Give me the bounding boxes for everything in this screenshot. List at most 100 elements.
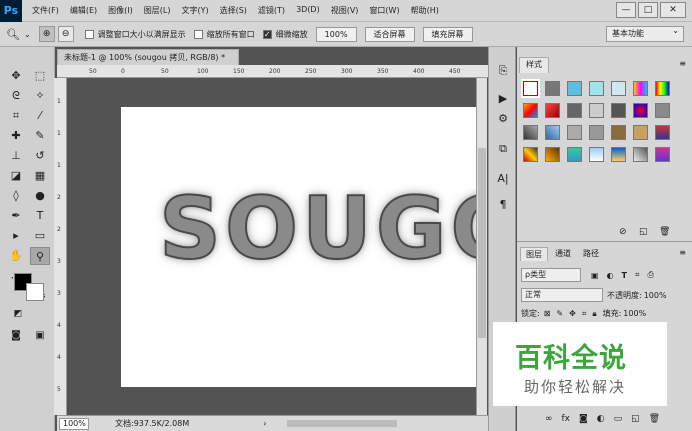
zoom-in-button[interactable]: ⊕: [38, 26, 55, 42]
no-style-icon[interactable]: ⊘: [619, 227, 627, 237]
zoom-field[interactable]: 100%: [59, 417, 89, 430]
mask-icon[interactable]: ◙: [579, 414, 588, 424]
rectangle-tool-icon[interactable]: ▭: [30, 227, 50, 245]
screen-mode-icon[interactable]: ▣: [30, 327, 50, 345]
document-tab[interactable]: 未标题-1 @ 100% (sougou 拷贝, RGB/8) * ×: [57, 49, 239, 77]
menu-window[interactable]: 窗口(W): [369, 5, 399, 16]
resize-windows-checkbox[interactable]: 调整窗口大小以满屏显示: [84, 29, 186, 40]
smart-object-filter-icon[interactable]: ⎙: [648, 270, 654, 280]
menu-3d[interactable]: 3D(D): [296, 5, 320, 16]
style-swatch[interactable]: [567, 147, 582, 162]
maximize-button[interactable]: □: [638, 2, 658, 18]
crop-tool-icon[interactable]: ⌗: [6, 107, 26, 125]
zoom-100-button[interactable]: 100%: [315, 26, 357, 42]
fill-screen-button[interactable]: 填充屏幕: [422, 26, 473, 42]
actions-panel-icon[interactable]: ▶: [494, 91, 512, 107]
marquee-tool-icon[interactable]: ⬚: [30, 67, 50, 85]
menu-edit[interactable]: 编辑(E): [70, 5, 97, 16]
pen-tool-icon[interactable]: ✒: [6, 207, 26, 225]
menu-image[interactable]: 图像(I): [108, 5, 133, 16]
style-swatch[interactable]: [611, 147, 626, 162]
scrollbar-thumb[interactable]: [478, 148, 486, 338]
history-brush-tool-icon[interactable]: ↺: [30, 147, 50, 165]
scrubby-zoom-checkbox[interactable]: ✓ 细微缩放: [262, 29, 308, 40]
tab-channels[interactable]: 通道: [550, 247, 576, 261]
brush-tool-icon[interactable]: ✎: [30, 127, 50, 145]
style-swatch[interactable]: [523, 103, 538, 118]
magic-wand-tool-icon[interactable]: ✧: [30, 87, 50, 105]
chevron-down-icon[interactable]: ⌄: [24, 30, 31, 39]
zoom-tool-icon[interactable]: 🔍︎: [6, 28, 20, 41]
folder-icon[interactable]: ▭: [614, 414, 623, 424]
style-swatch[interactable]: [633, 81, 648, 96]
fx-icon[interactable]: fx: [562, 414, 571, 424]
paragraph-panel-icon[interactable]: ¶: [494, 197, 512, 213]
horizontal-scrollbar-thumb[interactable]: [287, 420, 397, 427]
lock-transparent-icon[interactable]: ⊠: [544, 309, 551, 318]
close-button[interactable]: ✕: [660, 2, 686, 18]
menu-type[interactable]: 文字(Y): [181, 5, 208, 16]
dodge-tool-icon[interactable]: ●: [30, 187, 50, 205]
menu-help[interactable]: 帮助(H): [411, 5, 439, 16]
chevron-right-icon[interactable]: ›: [263, 419, 266, 428]
shape-filter-icon[interactable]: ⌗: [635, 270, 640, 280]
lock-all-icon[interactable]: 🔒︎: [592, 309, 596, 319]
move-tool-icon[interactable]: ✥: [6, 67, 26, 85]
trash-icon[interactable]: 🗑︎: [659, 227, 670, 237]
gradient-tool-icon[interactable]: ▦: [30, 167, 50, 185]
style-swatch[interactable]: [611, 81, 626, 96]
style-swatch[interactable]: [589, 125, 604, 140]
tab-layers[interactable]: 图层: [520, 247, 548, 261]
menu-select[interactable]: 选择(S): [220, 5, 247, 16]
style-swatch[interactable]: [545, 125, 560, 140]
style-swatch[interactable]: [523, 147, 538, 162]
eraser-tool-icon[interactable]: ◪: [6, 167, 26, 185]
style-swatch[interactable]: [545, 103, 560, 118]
type-filter-icon[interactable]: T: [622, 271, 627, 280]
default-colors-icon[interactable]: ◩: [8, 305, 28, 323]
healing-brush-tool-icon[interactable]: ✚: [6, 127, 26, 145]
lock-position-icon[interactable]: ✥: [569, 309, 576, 318]
panel-menu-icon[interactable]: ≡: [679, 59, 686, 68]
document-canvas[interactable]: SOUGO: [121, 107, 476, 387]
lasso-tool-icon[interactable]: ᘓ: [6, 87, 26, 105]
style-swatch[interactable]: [589, 103, 604, 118]
blur-tool-icon[interactable]: ◊: [6, 187, 26, 205]
vertical-scrollbar[interactable]: [476, 78, 487, 415]
history-panel-icon[interactable]: ⎘: [494, 63, 512, 79]
image-filter-icon[interactable]: ▣: [591, 271, 599, 280]
clone-stamp-tool-icon[interactable]: ⊥: [6, 147, 26, 165]
style-swatch[interactable]: [611, 103, 626, 118]
adjustment-icon[interactable]: ◐: [597, 414, 605, 424]
style-swatch[interactable]: [567, 103, 582, 118]
style-swatch[interactable]: [545, 147, 560, 162]
lock-brush-icon[interactable]: ✎: [556, 309, 563, 318]
style-swatch[interactable]: [633, 103, 648, 118]
lock-artboard-icon[interactable]: ⌗: [582, 309, 587, 319]
quick-mask-icon[interactable]: ◙: [6, 327, 26, 345]
style-swatch[interactable]: [633, 147, 648, 162]
adjustment-filter-icon[interactable]: ◐: [607, 271, 614, 280]
menu-view[interactable]: 视图(V): [331, 5, 359, 16]
style-swatch[interactable]: [523, 125, 538, 140]
zoom-out-button[interactable]: ⊖: [57, 26, 74, 42]
layer-kind-select[interactable]: ρ类型: [521, 268, 581, 282]
link-icon[interactable]: ∞: [545, 414, 553, 424]
tab-paths[interactable]: 路径: [578, 247, 604, 261]
style-swatch[interactable]: [633, 125, 648, 140]
menu-layer[interactable]: 图层(L): [144, 5, 171, 16]
blend-mode-select[interactable]: 正常: [521, 288, 603, 302]
type-tool-icon[interactable]: T: [30, 207, 50, 225]
background-color-swatch[interactable]: [26, 283, 44, 301]
style-swatch[interactable]: [589, 147, 604, 162]
new-layer-icon[interactable]: ◱: [631, 414, 640, 424]
style-swatch[interactable]: [655, 103, 670, 118]
clone-source-panel-icon[interactable]: ⧉: [494, 141, 512, 157]
style-swatch[interactable]: [545, 81, 560, 96]
style-swatch-none[interactable]: [521, 79, 540, 98]
workspace-select[interactable]: 基本功能: [606, 24, 684, 42]
trash-icon[interactable]: 🗑︎: [649, 414, 660, 424]
minimize-button[interactable]: —: [616, 2, 636, 18]
style-swatch[interactable]: [611, 125, 626, 140]
eyedropper-tool-icon[interactable]: ⁄: [30, 107, 50, 125]
